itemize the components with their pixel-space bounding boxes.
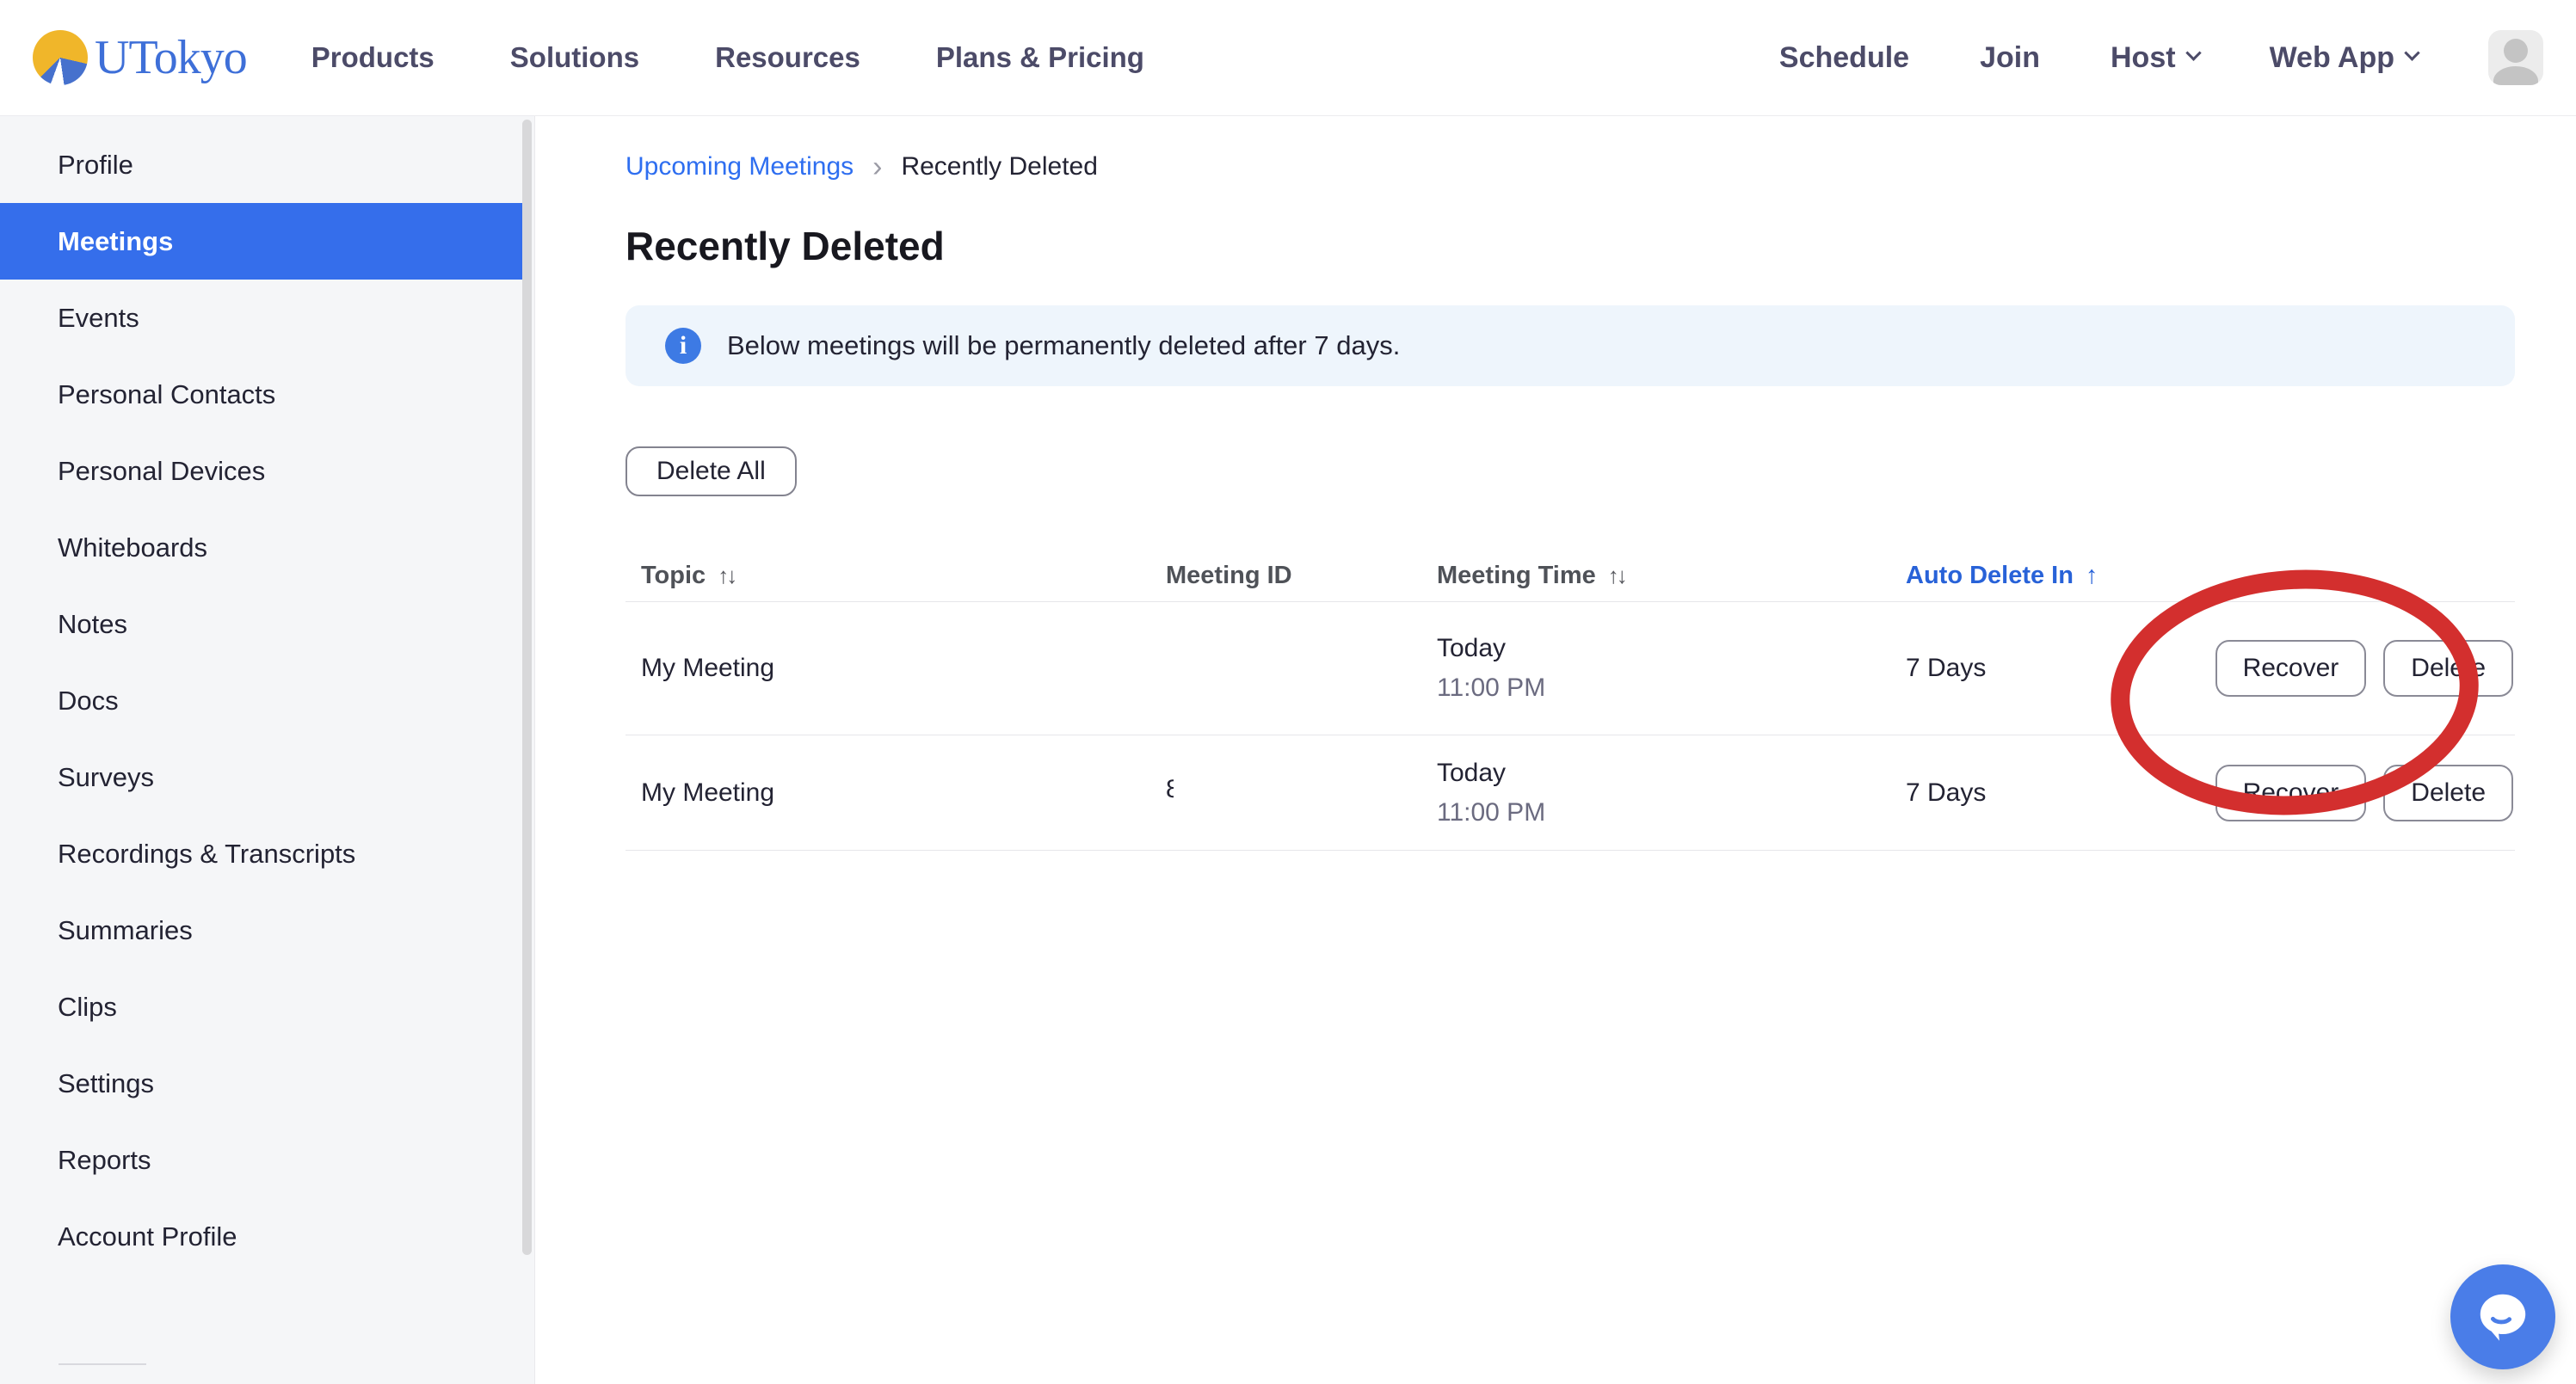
sidebar-item-notes[interactable]: Notes — [0, 586, 534, 662]
sidebar-item-account-profile[interactable]: Account Profile — [0, 1198, 534, 1275]
sidebar-item-meetings[interactable]: Meetings — [0, 203, 527, 280]
sidebar-item-personal-contacts[interactable]: Personal Contacts — [0, 356, 534, 433]
meeting-id-header-label: Meeting ID — [1166, 562, 1292, 590]
recover-button[interactable]: Recover — [2215, 765, 2367, 821]
table-row: My Meeting 8 Today 11:00 PM 7 Days Recov… — [626, 735, 2515, 850]
recover-button[interactable]: Recover — [2215, 640, 2367, 697]
table-header-row: Topic ↑↓ Meeting ID Meeting Time ↑↓ Auto… — [626, 550, 2515, 601]
sidebar-item-personal-devices[interactable]: Personal Devices — [0, 433, 534, 509]
chevron-down-icon — [2404, 45, 2419, 60]
delete-all-button[interactable]: Delete All — [626, 446, 797, 496]
auto-delete-in-header-label: Auto Delete In — [1906, 562, 2074, 590]
nav-item-schedule[interactable]: Schedule — [1779, 41, 1909, 75]
primary-nav: Products Solutions Resources Plans & Pri… — [311, 41, 1144, 74]
cell-meeting-time: Today 11:00 PM — [1437, 759, 1906, 827]
sidebar-item-summaries[interactable]: Summaries — [0, 892, 534, 969]
cell-meeting-id: 8 — [1166, 775, 1174, 804]
nav-item-join[interactable]: Join — [1980, 41, 2040, 75]
user-avatar[interactable] — [2488, 30, 2543, 85]
host-label: Host — [2111, 41, 2176, 75]
nav-item-products[interactable]: Products — [311, 41, 434, 74]
meeting-time-day: Today — [1437, 634, 1906, 663]
breadcrumb-current: Recently Deleted — [901, 152, 1097, 181]
sidebar-item-settings[interactable]: Settings — [0, 1045, 534, 1122]
breadcrumb-separator-icon: › — [872, 152, 882, 181]
chat-bubble-icon — [2471, 1285, 2535, 1349]
nav-dropdown-web-app[interactable]: Web App — [2270, 41, 2418, 75]
meeting-time-day: Today — [1437, 759, 1906, 788]
delete-button[interactable]: Delete — [2383, 640, 2513, 697]
cell-auto-delete: 7 Days — [1906, 654, 2177, 683]
sidebar-divider — [59, 1363, 146, 1365]
sort-both-icon[interactable]: ↑↓ — [718, 563, 735, 589]
table-divider — [626, 850, 2515, 851]
sort-both-icon[interactable]: ↑↓ — [1608, 563, 1625, 589]
delete-button[interactable]: Delete — [2383, 765, 2513, 821]
breadcrumb-link-upcoming-meetings[interactable]: Upcoming Meetings — [626, 152, 854, 181]
table-row: My Meeting Today 11:00 PM 7 Days Recover… — [626, 602, 2515, 735]
sidebar-item-events[interactable]: Events — [0, 280, 534, 356]
sort-asc-icon[interactable]: ↑ — [2086, 562, 2098, 590]
main-content: Upcoming Meetings › Recently Deleted Rec… — [536, 116, 2576, 1384]
cell-topic: My Meeting — [641, 778, 1166, 808]
secondary-nav: Schedule Join Host Web App — [1779, 30, 2543, 85]
cell-topic: My Meeting — [641, 654, 1166, 683]
ginkgo-leaf-icon — [33, 30, 88, 85]
cell-actions: Recover Delete — [2177, 640, 2515, 697]
nav-item-resources[interactable]: Resources — [715, 41, 860, 74]
sidebar-item-clips[interactable]: Clips — [0, 969, 534, 1045]
column-header-meeting-time[interactable]: Meeting Time ↑↓ — [1437, 562, 1906, 590]
meeting-time-clock: 11:00 PM — [1437, 674, 1906, 703]
utokyo-logo[interactable]: UTokyo — [33, 30, 247, 85]
info-icon: i — [665, 328, 701, 364]
cell-actions: Recover Delete — [2177, 765, 2515, 821]
info-banner-text: Below meetings will be permanently delet… — [727, 330, 1400, 361]
topic-header-label: Topic — [641, 562, 706, 590]
sidebar-item-docs[interactable]: Docs — [0, 662, 534, 739]
sidebar-nav: Profile Meetings Events Personal Contact… — [0, 116, 535, 1384]
recently-deleted-table: Topic ↑↓ Meeting ID Meeting Time ↑↓ Auto… — [626, 550, 2515, 851]
cell-auto-delete: 7 Days — [1906, 778, 2177, 808]
column-header-auto-delete-in[interactable]: Auto Delete In ↑ — [1906, 562, 2177, 590]
meeting-time-clock: 11:00 PM — [1437, 798, 1906, 827]
breadcrumb: Upcoming Meetings › Recently Deleted — [626, 152, 2515, 181]
sidebar-item-surveys[interactable]: Surveys — [0, 739, 534, 815]
page-title: Recently Deleted — [626, 223, 2515, 269]
column-header-meeting-id: Meeting ID — [1166, 562, 1437, 590]
info-banner: i Below meetings will be permanently del… — [626, 305, 2515, 386]
top-header: UTokyo Products Solutions Resources Plan… — [0, 0, 2576, 116]
chevron-down-icon — [2185, 45, 2201, 60]
sidebar-item-reports[interactable]: Reports — [0, 1122, 534, 1198]
nav-item-plans-pricing[interactable]: Plans & Pricing — [936, 41, 1144, 74]
sidebar-item-profile[interactable]: Profile — [0, 126, 534, 203]
cell-meeting-time: Today 11:00 PM — [1437, 634, 1906, 703]
nav-dropdown-host[interactable]: Host — [2111, 41, 2199, 75]
logo-text: UTokyo — [95, 30, 247, 85]
sidebar-item-whiteboards[interactable]: Whiteboards — [0, 509, 534, 586]
chat-widget-button[interactable] — [2450, 1264, 2555, 1369]
meeting-time-header-label: Meeting Time — [1437, 562, 1596, 590]
nav-item-solutions[interactable]: Solutions — [510, 41, 639, 74]
column-header-topic[interactable]: Topic ↑↓ — [641, 562, 1166, 590]
sidebar-scrollbar[interactable] — [522, 120, 532, 1255]
sidebar-item-recordings-transcripts[interactable]: Recordings & Transcripts — [0, 815, 534, 892]
web-app-label: Web App — [2270, 41, 2394, 75]
